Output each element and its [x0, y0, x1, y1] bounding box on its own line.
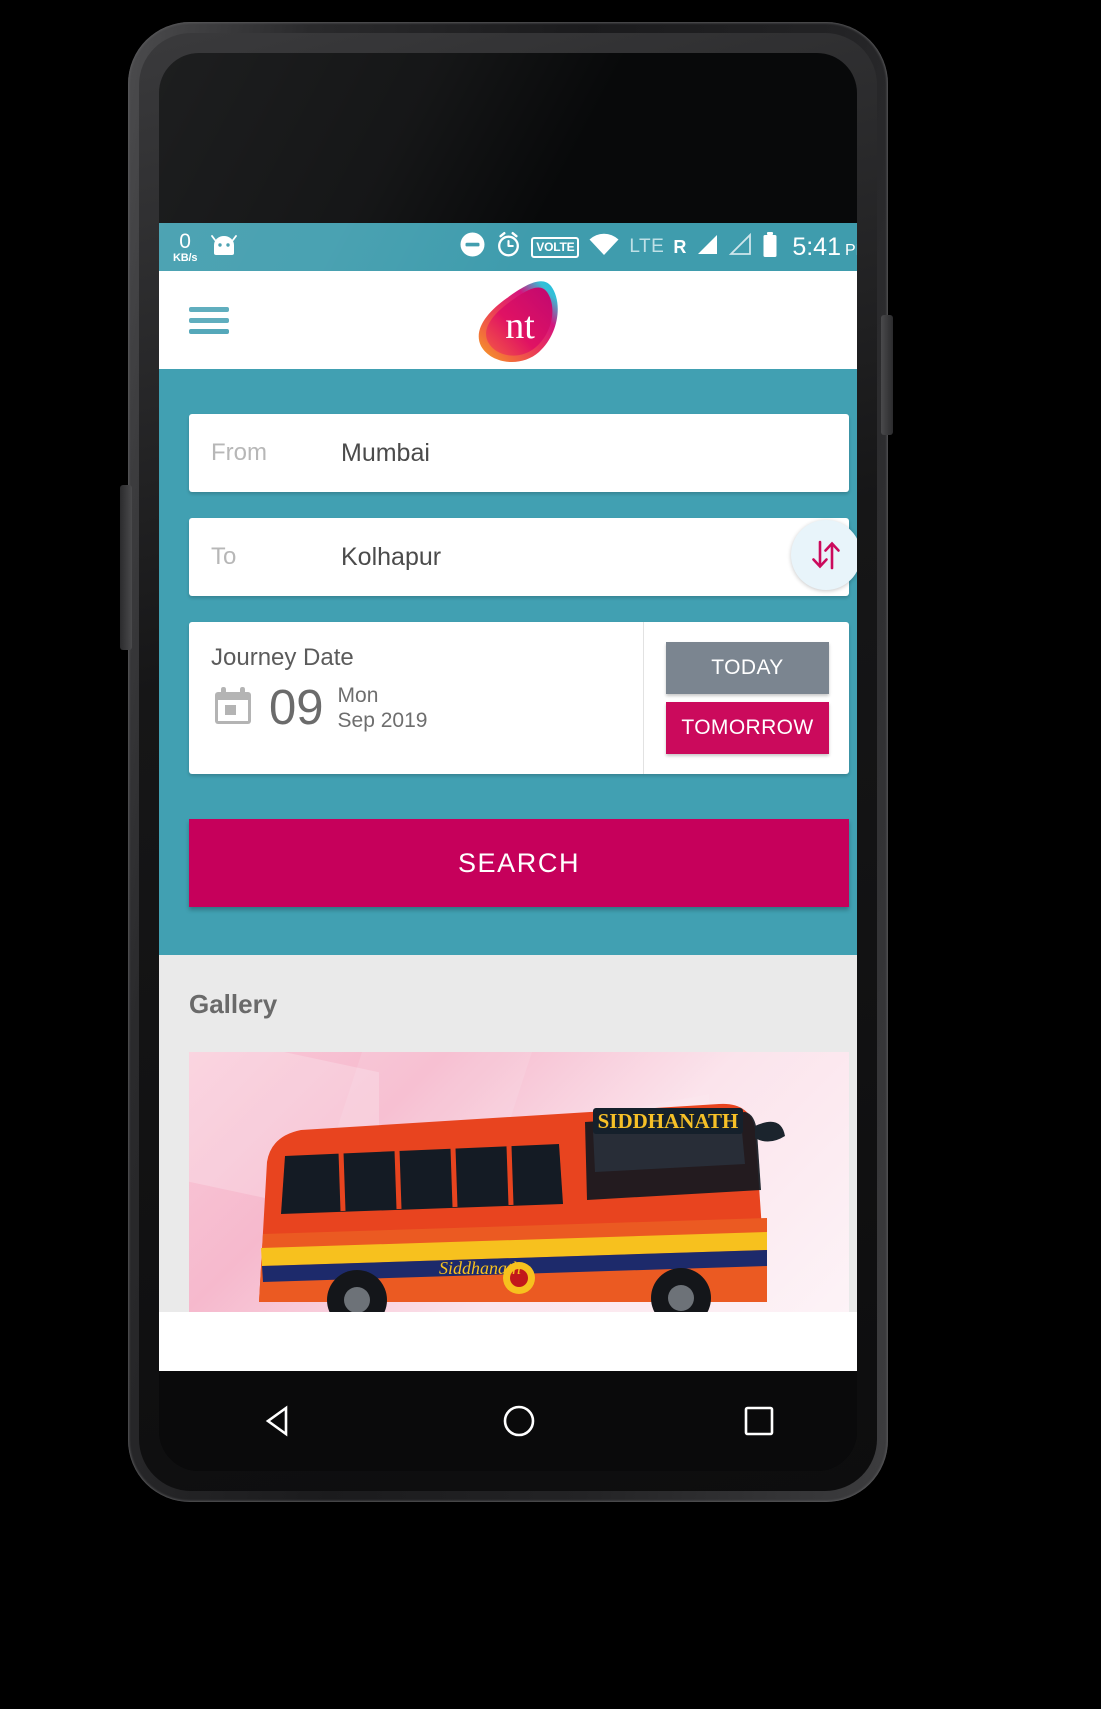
to-field[interactable]: To Kolhapur — [189, 518, 849, 596]
to-label: To — [211, 543, 237, 570]
status-bar: 0 KB/s VOLTE LTE R 5:41 P — [159, 223, 857, 271]
home-circle-icon[interactable] — [474, 1389, 564, 1453]
roaming-indicator: R — [673, 236, 687, 257]
battery-full-icon — [761, 231, 779, 264]
status-bar-clock: 5:41 PM — [792, 233, 857, 262]
hamburger-menu-icon[interactable] — [159, 287, 251, 354]
bus-script-text: Siddhanath — [439, 1258, 521, 1278]
journey-date-label: Journey Date — [211, 644, 354, 671]
menu-line — [189, 317, 229, 323]
phone-bezel: 0 KB/s VOLTE LTE R 5:41 P nt From Mumbai… — [139, 33, 877, 1491]
network-speed-indicator: 0 KB/s — [173, 231, 197, 264]
menu-line — [189, 328, 229, 334]
journey-weekday: Mon — [337, 684, 379, 707]
siddhanath-bus-photo[interactable]: SIDDHANATH Siddhanath — [189, 1052, 849, 1312]
tomorrow-button[interactable]: TOMORROW — [666, 702, 829, 754]
network-speed-value: 0 — [179, 229, 191, 253]
phone-frame: 0 KB/s VOLTE LTE R 5:41 P nt From Mumbai… — [128, 22, 888, 1502]
phone-screen-glass: 0 KB/s VOLTE LTE R 5:41 P nt From Mumbai… — [159, 53, 857, 1471]
android-robot-icon — [211, 234, 238, 261]
bus-name-text: SIDDHANATH — [598, 1109, 739, 1133]
to-value: Kolhapur — [341, 542, 442, 571]
back-triangle-icon[interactable] — [234, 1389, 324, 1453]
journey-month-year: Sep 2019 — [337, 708, 428, 732]
menu-line — [189, 306, 229, 312]
nt-brand-logo[interactable]: nt — [471, 272, 567, 368]
journey-day-number: 09 — [269, 681, 324, 736]
do-not-disturb-icon — [459, 231, 486, 263]
logo-wordmark: nt — [505, 305, 535, 347]
signal-bars-full-icon — [695, 233, 719, 261]
from-value: Mumbai — [341, 438, 430, 467]
gallery-title: Gallery — [189, 989, 278, 1019]
signal-bars-empty-icon — [728, 232, 752, 261]
search-form-panel: From Mumbai To Kolhapur Journey Date 09 … — [159, 369, 857, 955]
search-button[interactable]: SEARCH — [189, 819, 849, 907]
alarm-clock-icon — [495, 231, 522, 263]
date-quick-picks: TODAY TOMORROW — [643, 622, 849, 774]
gallery-section: Gallery SIDDHANATH Siddhanath — [159, 955, 857, 1312]
app-bar: nt — [159, 271, 857, 369]
recents-square-icon[interactable] — [714, 1389, 804, 1453]
android-navigation-bar — [159, 1371, 857, 1471]
wifi-icon — [588, 233, 620, 262]
from-field[interactable]: From Mumbai — [189, 414, 849, 492]
swap-vertical-arrows-icon[interactable] — [791, 520, 857, 590]
network-type-label: LTE — [629, 236, 665, 257]
calendar-icon — [211, 684, 255, 733]
app-screen: 0 KB/s VOLTE LTE R 5:41 P nt From Mumbai… — [159, 223, 857, 1423]
power-button[interactable] — [881, 315, 893, 435]
clock-time: 5:41 — [792, 232, 841, 261]
volte-badge: VOLTE — [531, 236, 580, 258]
volume-button[interactable] — [120, 485, 132, 650]
network-speed-unit: KB/s — [173, 251, 198, 264]
today-button[interactable]: TODAY — [666, 642, 829, 694]
clock-meridiem: PM — [845, 241, 857, 259]
from-label: From — [211, 439, 267, 466]
journey-date-card: Journey Date 09 Mon Sep 2019 TODAY TOMOR… — [189, 622, 849, 774]
journey-date-display[interactable]: Journey Date 09 Mon Sep 2019 — [189, 622, 643, 774]
